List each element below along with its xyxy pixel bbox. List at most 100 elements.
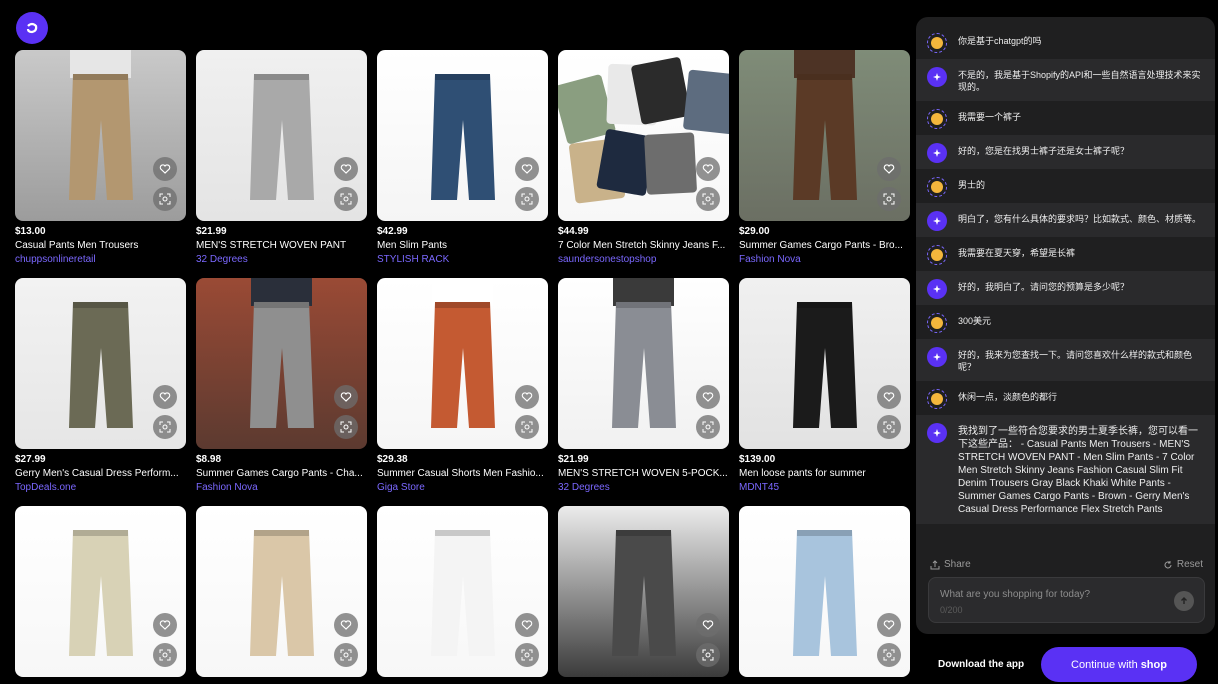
product-image[interactable] (15, 506, 186, 677)
favorite-button[interactable] (334, 385, 358, 409)
download-app-link[interactable]: Download the app (938, 659, 1024, 670)
product-store[interactable]: Giga Store (377, 482, 425, 493)
visual-search-icon (521, 421, 533, 433)
visual-search-button[interactable] (515, 187, 539, 211)
continue-with-shop-button[interactable]: Continue with shop (1041, 647, 1197, 682)
product-store[interactable]: STYLISH RACK (377, 254, 449, 265)
favorite-button[interactable] (515, 613, 539, 637)
product-store[interactable]: TopDeals.one (15, 482, 76, 493)
favorite-button[interactable] (696, 613, 720, 637)
product-name[interactable]: Summer Games Cargo Pants - Bro... (739, 240, 910, 251)
product-store[interactable]: saundersonestopshop (558, 254, 656, 265)
product-image[interactable] (739, 506, 910, 677)
favorite-button[interactable] (515, 157, 539, 181)
favorite-button[interactable] (153, 613, 177, 637)
visual-search-button[interactable] (696, 643, 720, 667)
favorite-button[interactable] (334, 613, 358, 637)
product-image[interactable] (377, 506, 548, 677)
product-price: $21.99 (558, 454, 589, 465)
visual-search-button[interactable] (515, 643, 539, 667)
heart-icon (340, 392, 352, 402)
favorite-button[interactable] (696, 385, 720, 409)
message-text: 男士的 (958, 180, 986, 190)
heart-icon (159, 164, 171, 174)
visual-search-icon (883, 421, 895, 433)
product-price: $139.00 (739, 454, 776, 465)
share-button[interactable]: Share (930, 559, 971, 570)
favorite-button[interactable] (877, 385, 901, 409)
product-name[interactable]: Men Slim Pants (377, 240, 548, 251)
visual-search-button[interactable] (877, 187, 901, 211)
assistant-message: 好的，我明白了。请问您的预算是多少呢？ (916, 271, 1215, 305)
product-store[interactable]: MDNT45 (739, 482, 779, 493)
product-price: $21.99 (196, 226, 227, 237)
chat-input-placeholder[interactable]: What are you shopping for today? (940, 589, 1090, 600)
message-text: 明白了，您有什么具体的要求吗？比如款式、颜色、材质等。 (958, 214, 1202, 224)
heart-icon (702, 392, 714, 402)
favorite-button[interactable] (696, 157, 720, 181)
assistant-avatar-icon (927, 67, 947, 87)
product-image[interactable] (196, 278, 367, 449)
product-store[interactable]: Fashion Nova (196, 482, 258, 493)
send-button[interactable] (1174, 591, 1194, 611)
product-store[interactable]: chuppsonlineretail (15, 254, 96, 265)
assistant-message: 好的，我来为您查找一下。请问您喜欢什么样的款式和颜色呢？ (916, 339, 1215, 381)
product-image[interactable] (377, 278, 548, 449)
heart-icon (521, 164, 533, 174)
product-image[interactable] (196, 50, 367, 221)
visual-search-icon (883, 649, 895, 661)
product-grid: $13.00 Casual Pants Men Trousers chuppsonl… (15, 50, 911, 680)
product-store[interactable]: 32 Degrees (558, 482, 610, 493)
visual-search-button[interactable] (334, 415, 358, 439)
chat-input-box[interactable]: What are you shopping for today? 0/200 (928, 577, 1205, 623)
favorite-button[interactable] (877, 613, 901, 637)
product-price: $42.99 (377, 226, 408, 237)
shop-logo[interactable] (16, 12, 48, 44)
product-image[interactable] (15, 50, 186, 221)
user-message: 300美元 (916, 305, 1215, 339)
favorite-button[interactable] (334, 157, 358, 181)
message-text: 你是基于chatgpt的吗 (958, 36, 1042, 46)
product-image[interactable] (558, 50, 729, 221)
product-name[interactable]: Men loose pants for summer (739, 468, 910, 479)
visual-search-button[interactable] (334, 187, 358, 211)
message-text: 我需要在夏天穿，希望是长裤 (958, 248, 1076, 258)
message-text: 300美元 (958, 316, 992, 326)
favorite-button[interactable] (153, 385, 177, 409)
product-image[interactable] (377, 50, 548, 221)
product-name[interactable]: MEN'S STRETCH WOVEN 5-POCK... (558, 468, 729, 479)
visual-search-button[interactable] (334, 643, 358, 667)
visual-search-button[interactable] (153, 415, 177, 439)
shop-wordmark: shop (1140, 658, 1167, 671)
product-name[interactable]: MEN'S STRETCH WOVEN PANT (196, 240, 367, 251)
product-name[interactable]: Summer Casual Shorts Men Fashio... (377, 468, 548, 479)
product-image[interactable] (558, 506, 729, 677)
product-name[interactable]: Casual Pants Men Trousers (15, 240, 186, 251)
user-message: 男士的 (916, 169, 1215, 203)
visual-search-button[interactable] (696, 415, 720, 439)
visual-search-button[interactable] (515, 415, 539, 439)
reset-button[interactable]: Reset (1163, 559, 1203, 570)
favorite-button[interactable] (877, 157, 901, 181)
chat-messages[interactable]: 你是基于chatgpt的吗 不是的，我是基于Shopify的API和一些自然语言处… (916, 25, 1215, 555)
visual-search-button[interactable] (877, 415, 901, 439)
visual-search-button[interactable] (153, 187, 177, 211)
product-image[interactable] (739, 50, 910, 221)
visual-search-icon (159, 193, 171, 205)
favorite-button[interactable] (153, 157, 177, 181)
product-name[interactable]: Summer Games Cargo Pants - Cha... (196, 468, 367, 479)
product-image[interactable] (739, 278, 910, 449)
user-message: 休闲一点，淡颜色的都行 (916, 381, 1215, 415)
product-name[interactable]: 7 Color Men Stretch Skinny Jeans F... (558, 240, 729, 251)
product-name[interactable]: Gerry Men's Casual Dress Perform... (15, 468, 186, 479)
favorite-button[interactable] (515, 385, 539, 409)
visual-search-button[interactable] (153, 643, 177, 667)
visual-search-button[interactable] (877, 643, 901, 667)
product-store[interactable]: 32 Degrees (196, 254, 248, 265)
product-image[interactable] (196, 506, 367, 677)
message-text: 好的，我明白了。请问您的预算是多少呢？ (958, 282, 1130, 292)
product-image[interactable] (15, 278, 186, 449)
product-store[interactable]: Fashion Nova (739, 254, 801, 265)
visual-search-button[interactable] (696, 187, 720, 211)
product-image[interactable] (558, 278, 729, 449)
